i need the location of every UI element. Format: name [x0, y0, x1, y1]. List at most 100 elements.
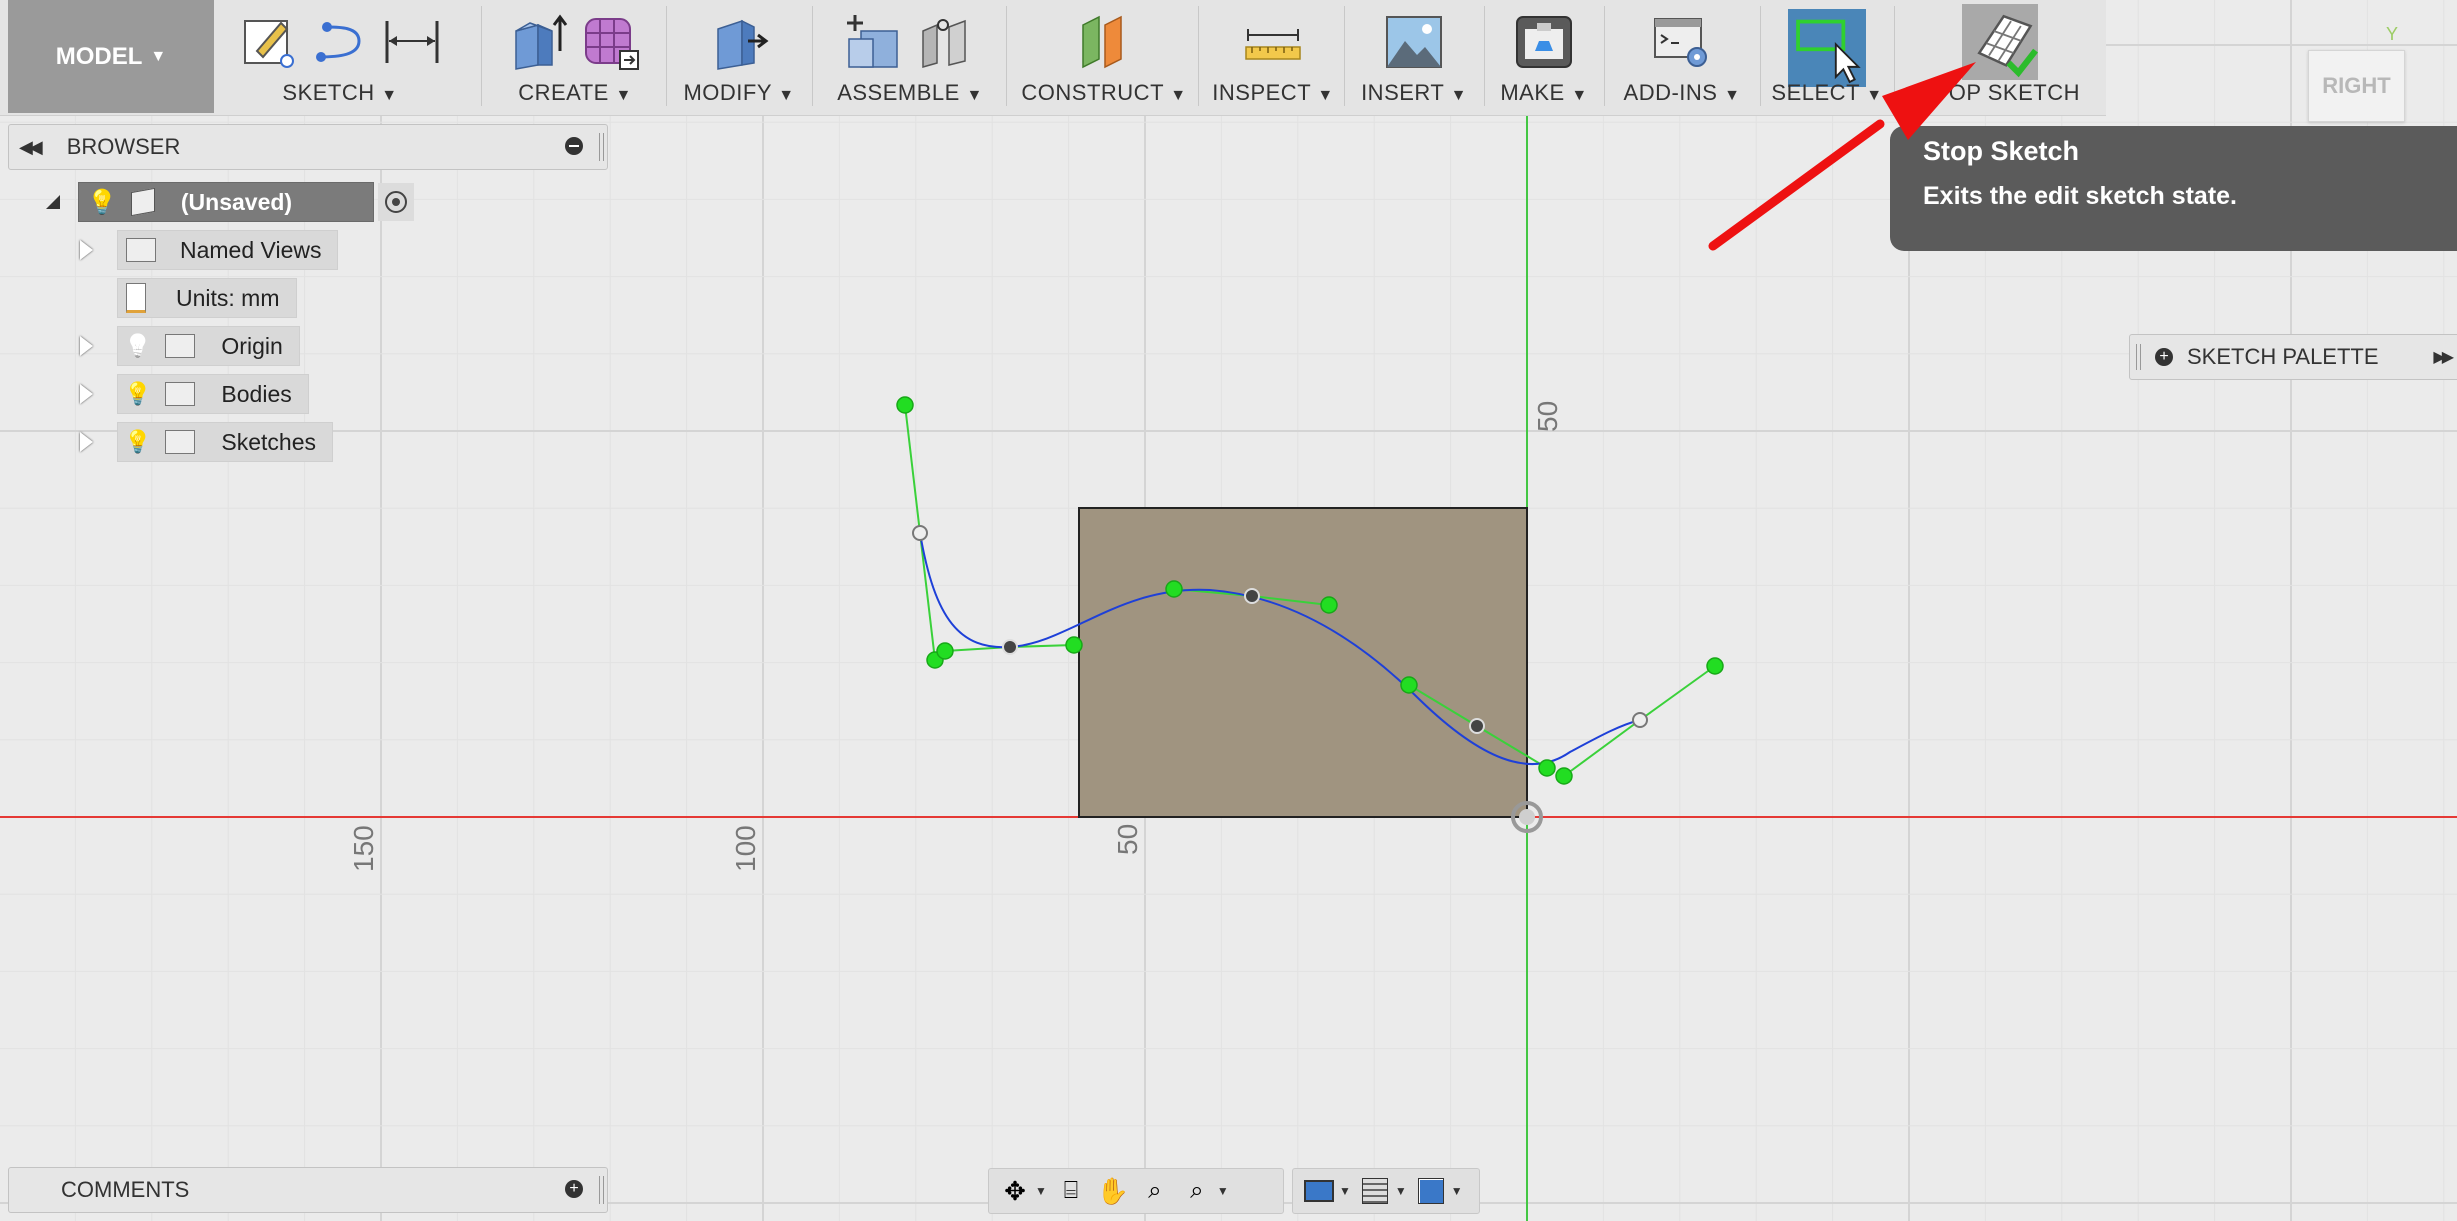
stop-sketch-group: STOP SKETCH: [1900, 0, 2100, 113]
make-menu[interactable]: MAKE ▼: [1490, 80, 1598, 106]
collapse-panel-icon[interactable]: ◀◀: [19, 137, 43, 158]
browser-item-label: Bodies: [221, 380, 292, 407]
pan-hand-icon[interactable]: ✋: [1095, 1173, 1131, 1209]
browser-root-row[interactable]: 💡 (Unsaved): [46, 182, 414, 222]
collapsed-triangle-icon[interactable]: [80, 384, 93, 404]
browser-item-bodies[interactable]: 💡 Bodies: [80, 374, 309, 414]
view-cube[interactable]: RIGHT: [2308, 50, 2405, 122]
chevron-down-icon[interactable]: ▼: [1035, 1184, 1047, 1198]
browser-panel-header[interactable]: ◀◀ BROWSER: [8, 124, 608, 170]
display-settings-icon[interactable]: [1301, 1173, 1337, 1209]
viewports-icon[interactable]: [1413, 1173, 1449, 1209]
extrude-icon[interactable]: [508, 11, 570, 73]
collapsed-triangle-icon[interactable]: [80, 336, 93, 356]
sketch-menu[interactable]: SKETCH ▼: [222, 80, 458, 106]
scripts-add-ins-icon[interactable]: [1651, 11, 1713, 73]
select-group: SELECT ▼: [1766, 0, 1888, 113]
toolbar-divider: [1894, 6, 1895, 106]
insert-menu[interactable]: INSERT ▼: [1350, 80, 1478, 106]
inspect-menu[interactable]: INSPECT ▼: [1206, 80, 1340, 106]
lightbulb-icon[interactable]: 💡: [87, 188, 117, 217]
panel-grip[interactable]: [599, 133, 604, 161]
toolbar-divider: [1760, 6, 1761, 106]
spline-end-point[interactable]: [912, 525, 928, 541]
modify-label: MODIFY: [683, 80, 772, 105]
workspace-label: MODEL: [55, 42, 143, 70]
add-ins-menu[interactable]: ADD-INS ▼: [1610, 80, 1754, 106]
expand-panel-icon[interactable]: ▶▶: [2433, 347, 2454, 367]
browser-item-named-views[interactable]: Named Views: [80, 230, 339, 270]
chevron-down-icon[interactable]: ▼: [1395, 1184, 1407, 1198]
select-label: SELECT: [1771, 80, 1860, 105]
control-point[interactable]: [1065, 636, 1083, 654]
assemble-menu[interactable]: ASSEMBLE ▼: [820, 80, 1000, 106]
panel-grip[interactable]: [599, 1176, 604, 1204]
add-ins-label: ADD-INS: [1623, 80, 1718, 105]
stop-sketch-icon[interactable]: [1962, 4, 2038, 80]
chevron-down-icon: ▼: [1866, 87, 1883, 104]
sketch-dimension-icon[interactable]: [381, 11, 443, 73]
select-menu[interactable]: SELECT ▼: [1766, 80, 1888, 106]
browser-item-units[interactable]: Units: mm: [80, 278, 297, 318]
chevron-down-icon[interactable]: ▼: [1217, 1184, 1229, 1198]
spline-end-point[interactable]: [1632, 712, 1648, 728]
view-cube-axis-label: Y: [2386, 24, 2399, 44]
grid-settings-icon[interactable]: [1357, 1173, 1393, 1209]
plus-circle-icon[interactable]: +: [2155, 348, 2173, 366]
press-pull-icon[interactable]: [708, 11, 770, 73]
toolbar-divider: [1198, 6, 1199, 106]
fit-point[interactable]: [1244, 588, 1260, 604]
lightbulb-icon[interactable]: 💡: [124, 381, 151, 407]
fit-point[interactable]: [1002, 639, 1018, 655]
stop-sketch-button[interactable]: STOP SKETCH: [1900, 80, 2100, 106]
form-icon[interactable]: [580, 11, 642, 73]
construct-menu[interactable]: CONSTRUCT ▼: [1012, 80, 1196, 106]
chevron-down-icon[interactable]: ▼: [1451, 1184, 1463, 1198]
toolbar-divider: [1484, 6, 1485, 106]
lightbulb-off-icon[interactable]: 💡: [124, 333, 151, 359]
stop-sketch-tooltip: Stop Sketch Exits the edit sketch state.: [1890, 126, 2457, 251]
workspace-switcher[interactable]: MODEL ▼: [8, 0, 214, 113]
new-component-icon[interactable]: [843, 11, 905, 73]
sketch-palette-header[interactable]: + SKETCH PALETTE ▶▶: [2129, 334, 2457, 380]
sketch-profile[interactable]: [1078, 507, 1528, 818]
chevron-down-icon[interactable]: ▼: [1339, 1184, 1351, 1198]
browser-item-sketches[interactable]: 💡 Sketches: [80, 422, 334, 462]
fit-point[interactable]: [1469, 718, 1485, 734]
plus-circle-icon[interactable]: +: [565, 1180, 583, 1198]
expanded-triangle-icon[interactable]: [46, 195, 60, 209]
activate-component-button[interactable]: [378, 183, 414, 221]
select-window-icon[interactable]: [1788, 9, 1866, 87]
control-point[interactable]: [936, 642, 954, 660]
collapsed-triangle-icon[interactable]: [80, 432, 93, 452]
measure-icon[interactable]: [1242, 11, 1304, 73]
spline-tool-icon[interactable]: [309, 11, 371, 73]
minimize-icon-bar: [569, 145, 579, 147]
create-sketch-icon[interactable]: [237, 11, 299, 73]
control-point[interactable]: [1706, 657, 1724, 675]
orbit-icon[interactable]: ✥: [997, 1173, 1033, 1209]
fit-zoom-icon[interactable]: ⌕: [1179, 1173, 1215, 1209]
tooltip-title: Stop Sketch: [1923, 136, 2080, 166]
control-point[interactable]: [1538, 759, 1556, 777]
browser-item-label: Named Views: [180, 236, 322, 263]
browser-item-origin[interactable]: 💡 Origin: [80, 326, 300, 366]
offset-plane-icon[interactable]: [1073, 11, 1135, 73]
control-point[interactable]: [1400, 676, 1418, 694]
3d-print-icon[interactable]: [1513, 11, 1575, 73]
control-point[interactable]: [1320, 596, 1338, 614]
collapsed-triangle-icon[interactable]: [80, 240, 93, 260]
control-point[interactable]: [896, 396, 914, 414]
look-at-icon[interactable]: ⌸: [1053, 1173, 1089, 1209]
control-point[interactable]: [1165, 580, 1183, 598]
comments-panel-header[interactable]: COMMENTS +: [8, 1167, 608, 1213]
modify-menu[interactable]: MODIFY ▼: [672, 80, 806, 106]
create-menu[interactable]: CREATE ▼: [490, 80, 660, 106]
control-point[interactable]: [1555, 767, 1573, 785]
panel-grip[interactable]: [2136, 344, 2141, 370]
lightbulb-icon[interactable]: 💡: [124, 429, 151, 455]
joint-icon[interactable]: [915, 11, 977, 73]
zoom-icon[interactable]: ⌕: [1137, 1173, 1173, 1209]
chevron-down-icon: ▼: [778, 87, 795, 104]
insert-image-icon[interactable]: [1383, 11, 1445, 73]
